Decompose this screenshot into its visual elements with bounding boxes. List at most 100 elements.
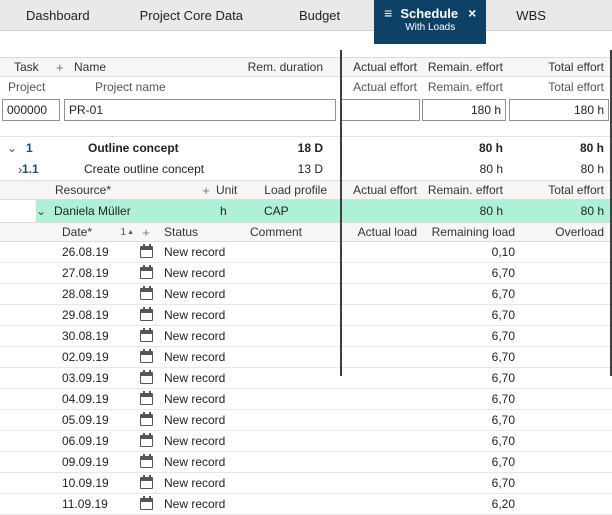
grid-top-gap [0, 31, 612, 57]
calendar-icon[interactable] [140, 330, 153, 342]
calendar-cell[interactable] [134, 372, 158, 384]
col-total-effort[interactable]: Total effort [507, 183, 612, 197]
calendar-cell[interactable] [134, 330, 158, 342]
project-remain-effort-field[interactable]: 180 h [422, 99, 506, 121]
date-cell[interactable]: 10.09.19 [56, 476, 134, 490]
calendar-icon[interactable] [140, 351, 153, 363]
calendar-icon[interactable] [140, 456, 153, 468]
task-name[interactable]: Outline concept [60, 141, 231, 155]
col-remain-effort[interactable]: Remain. effort [421, 183, 507, 197]
remaining-load-cell[interactable]: 6,70 [421, 455, 521, 469]
remaining-load-cell[interactable]: 6,70 [421, 266, 521, 280]
col-status[interactable]: Status [158, 225, 242, 239]
calendar-cell[interactable] [134, 351, 158, 363]
remaining-load-cell[interactable]: 6,70 [421, 413, 521, 427]
add-load-record-button[interactable]: + [134, 225, 158, 240]
tab-project-core-data[interactable]: Project Core Data [126, 0, 257, 31]
remaining-load-cell[interactable]: 0,10 [421, 245, 521, 259]
date-cell[interactable]: 06.09.19 [56, 434, 134, 448]
col-project-name: Project name [95, 80, 341, 94]
col-overload[interactable]: Overload [521, 225, 612, 239]
calendar-icon[interactable] [140, 477, 153, 489]
resource-row[interactable]: ⌄ Daniela Müller h CAP 80 h 80 h [0, 200, 612, 222]
remaining-load-cell[interactable]: 6,70 [421, 287, 521, 301]
remaining-load-cell[interactable]: 6,70 [421, 476, 521, 490]
calendar-icon[interactable] [140, 435, 153, 447]
date-cell[interactable]: 09.09.19 [56, 455, 134, 469]
collapse-icon[interactable]: ⌄ [0, 141, 26, 155]
calendar-icon[interactable] [140, 288, 153, 300]
calendar-icon[interactable] [140, 309, 153, 321]
col-name[interactable]: Name [74, 60, 231, 74]
sort-order: 1 [121, 227, 127, 238]
col-unit[interactable]: Unit [214, 183, 258, 197]
col-remain-effort[interactable]: Remain. effort [421, 60, 507, 74]
date-cell[interactable]: 04.09.19 [56, 392, 134, 406]
calendar-icon[interactable] [140, 393, 153, 405]
remaining-load-cell[interactable]: 6,70 [421, 434, 521, 448]
resource-name[interactable]: Daniela Müller [52, 204, 214, 218]
remaining-load-cell[interactable]: 6,70 [421, 371, 521, 385]
calendar-cell[interactable] [134, 246, 158, 258]
calendar-cell[interactable] [134, 414, 158, 426]
project-id-field[interactable]: 000000 [2, 99, 60, 121]
calendar-icon[interactable] [140, 246, 153, 258]
col-total-effort[interactable]: Total effort [507, 60, 612, 74]
col-rem-duration[interactable]: Rem. duration [231, 60, 341, 74]
col-actual-effort[interactable]: Actual effort [341, 60, 421, 74]
remaining-load-cell[interactable]: 6,70 [421, 392, 521, 406]
date-cell[interactable]: 28.08.19 [56, 287, 134, 301]
date-cell[interactable]: 11.09.19 [56, 497, 134, 511]
calendar-icon[interactable] [140, 414, 153, 426]
tab-budget[interactable]: Budget [285, 0, 354, 31]
project-name-field[interactable]: PR-01 [64, 99, 336, 121]
date-cell[interactable]: 03.09.19 [56, 371, 134, 385]
date-cell[interactable]: 05.09.19 [56, 413, 134, 427]
collapse-icon[interactable]: ⌄ [36, 204, 52, 218]
col-actual-effort[interactable]: Actual effort [341, 183, 421, 197]
col-load-profile[interactable]: Load profile [258, 183, 341, 197]
expand-icon[interactable]: › [0, 162, 20, 177]
calendar-cell[interactable] [134, 309, 158, 321]
project-total-effort-field[interactable]: 180 h [509, 99, 609, 121]
date-cell[interactable]: 27.08.19 [56, 266, 134, 280]
col-comment[interactable]: Comment [242, 225, 341, 239]
calendar-cell[interactable] [134, 393, 158, 405]
col-date-label: Date* [62, 225, 92, 239]
tab-schedule[interactable]: ≡ Schedule × With Loads [374, 0, 486, 44]
sort-indicator[interactable]: 1 ▲ [121, 227, 135, 238]
col-actual-load[interactable]: Actual load [341, 225, 421, 239]
calendar-cell[interactable] [134, 477, 158, 489]
col-task[interactable]: Task [0, 60, 56, 74]
calendar-cell[interactable] [134, 288, 158, 300]
calendar-cell[interactable] [134, 456, 158, 468]
task-row[interactable]: › 1.1 Create outline concept 13 D 80 h 8… [0, 158, 612, 180]
task-row[interactable]: ⌄ 1 Outline concept 18 D 80 h 80 h [0, 136, 612, 158]
date-cell[interactable]: 29.08.19 [56, 308, 134, 322]
close-icon[interactable]: × [468, 5, 476, 21]
calendar-icon[interactable] [140, 267, 153, 279]
tab-schedule-label: Schedule [400, 6, 458, 21]
calendar-cell[interactable] [134, 267, 158, 279]
col-date[interactable]: Date* 1 ▲ [56, 225, 134, 239]
remaining-load-cell[interactable]: 6,70 [421, 308, 521, 322]
calendar-cell[interactable] [134, 498, 158, 510]
remaining-load-cell[interactable]: 6,70 [421, 350, 521, 364]
remaining-load-cell[interactable]: 6,70 [421, 329, 521, 343]
add-resource-button[interactable]: + [198, 183, 214, 198]
tab-dashboard[interactable]: Dashboard [12, 0, 104, 31]
calendar-icon[interactable] [140, 372, 153, 384]
resource-remain-effort: 80 h [421, 204, 507, 218]
tab-wbs[interactable]: WBS [502, 0, 560, 31]
date-cell[interactable]: 30.08.19 [56, 329, 134, 343]
col-resource[interactable]: Resource* [48, 183, 198, 197]
col-remaining-load[interactable]: Remaining load [421, 225, 521, 239]
project-actual-effort-field[interactable] [341, 99, 420, 121]
date-cell[interactable]: 02.09.19 [56, 350, 134, 364]
task-name[interactable]: Create outline concept [54, 162, 231, 176]
calendar-icon[interactable] [140, 498, 153, 510]
calendar-cell[interactable] [134, 435, 158, 447]
remaining-load-cell[interactable]: 6,20 [421, 497, 521, 511]
add-task-button[interactable]: + [56, 60, 74, 75]
date-cell[interactable]: 26.08.19 [56, 245, 134, 259]
